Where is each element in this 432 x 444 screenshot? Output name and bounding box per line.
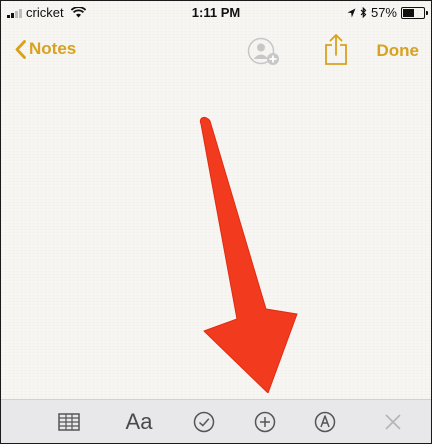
- battery-nub: [426, 10, 428, 15]
- bluetooth-icon: [360, 7, 367, 18]
- battery-level-fill: [403, 8, 415, 17]
- back-button-label: Notes: [29, 39, 77, 58]
- navigation-bar: Notes Done: [1, 31, 431, 75]
- location-arrow-icon: [347, 8, 356, 17]
- done-button[interactable]: Done: [377, 41, 420, 61]
- format-text-button[interactable]: Aa: [118, 400, 160, 443]
- markup-button[interactable]: [307, 400, 343, 443]
- add-button[interactable]: [247, 400, 283, 443]
- back-to-notes-button[interactable]: Notes: [15, 39, 76, 59]
- iphone-screen: cricket 1:11 PM 57% Notes Done Aa: [0, 0, 432, 444]
- add-icon: [254, 411, 276, 433]
- close-icon: [385, 414, 401, 430]
- note-content-area[interactable]: [1, 81, 431, 393]
- status-right: 57%: [347, 5, 428, 20]
- battery-icon: [401, 6, 428, 19]
- markup-icon: [314, 411, 336, 433]
- table-button[interactable]: [51, 400, 87, 443]
- format-text-label: Aa: [125, 409, 153, 434]
- status-bar: cricket 1:11 PM 57%: [1, 1, 431, 23]
- checklist-button[interactable]: [186, 400, 222, 443]
- battery-percent: 57%: [370, 5, 397, 20]
- checklist-icon: [193, 411, 215, 433]
- share-icon[interactable]: [324, 33, 348, 67]
- table-icon: [58, 413, 80, 431]
- add-people-icon[interactable]: [244, 35, 286, 71]
- bottom-toolbar: Aa: [1, 399, 431, 443]
- close-button[interactable]: [375, 400, 411, 443]
- red-arrow-annotation: [199, 116, 298, 393]
- chevron-left-icon: [15, 39, 26, 59]
